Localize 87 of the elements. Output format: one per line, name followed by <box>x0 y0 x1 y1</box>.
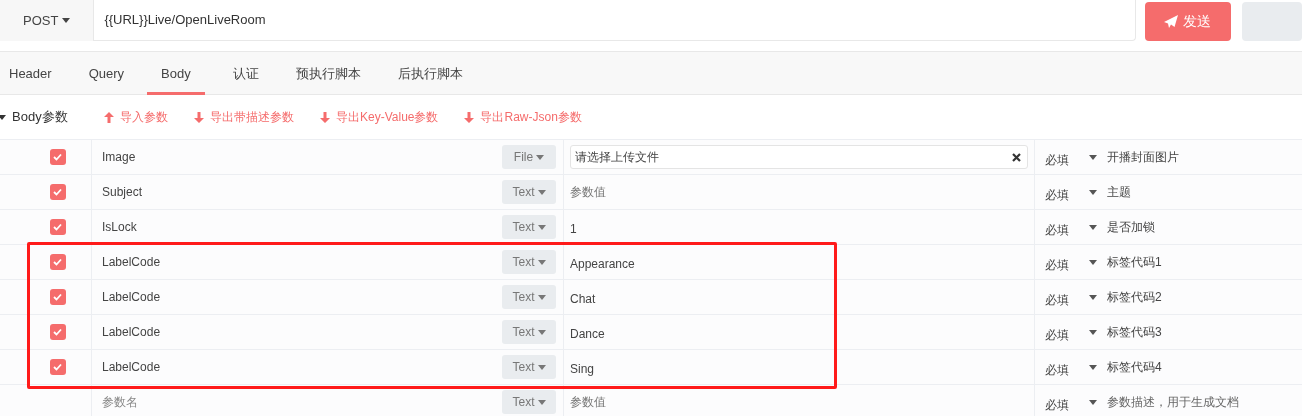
arrow-down-icon <box>194 111 204 123</box>
param-description[interactable]: 主题 <box>1107 183 1131 201</box>
file-input[interactable]: 请选择上传文件 <box>570 145 1028 169</box>
caret-icon <box>536 154 545 160</box>
checkbox[interactable] <box>49 149 66 165</box>
param-name[interactable]: LabelCode <box>102 323 502 341</box>
param-description[interactable]: 标签代码1 <box>1107 253 1162 271</box>
type-dropdown[interactable]: Text <box>502 320 556 344</box>
caret-icon <box>537 329 546 335</box>
required-label[interactable]: 必填 <box>1045 291 1077 309</box>
param-name[interactable]: LabelCode <box>102 288 502 306</box>
check-icon <box>53 363 62 371</box>
checkbox[interactable] <box>49 219 66 235</box>
close-icon[interactable] <box>1012 152 1021 162</box>
caret-icon <box>1089 294 1097 300</box>
type-dropdown[interactable]: Text <box>502 215 556 239</box>
send-icon <box>1164 14 1179 29</box>
checkbox[interactable] <box>49 359 66 375</box>
param-value[interactable]: 1 <box>570 220 577 238</box>
tab[interactable]: Query <box>79 52 134 95</box>
caret-icon <box>0 114 6 120</box>
caret-icon <box>1089 329 1097 335</box>
caret-icon <box>1089 224 1097 230</box>
tab[interactable]: Header <box>0 52 61 95</box>
checkbox[interactable] <box>49 324 66 340</box>
caret-icon <box>62 18 71 23</box>
param-value[interactable]: Chat <box>570 290 596 308</box>
param-value[interactable]: Appearance <box>570 255 635 273</box>
check-icon <box>53 293 62 301</box>
param-value[interactable]: Dance <box>570 325 605 343</box>
method-dropdown[interactable]: POST <box>0 0 95 41</box>
param-name[interactable]: Subject <box>102 183 502 201</box>
caret-icon <box>1089 189 1097 195</box>
required-label[interactable]: 必填 <box>1045 256 1077 274</box>
check-icon <box>53 328 62 336</box>
caret-icon <box>1089 364 1097 370</box>
required-label[interactable]: 必填 <box>1045 361 1077 379</box>
caret-icon <box>537 224 546 230</box>
arrow-up-icon <box>104 111 114 123</box>
param-description[interactable]: 标签代码2 <box>1107 288 1162 306</box>
type-dropdown[interactable]: File <box>502 145 556 169</box>
check-icon <box>53 153 62 161</box>
description-placeholder[interactable]: 参数描述，用于生成文档 <box>1107 393 1239 411</box>
param-value[interactable]: Sing <box>570 360 595 378</box>
caret-icon <box>537 399 546 405</box>
param-description[interactable]: 开播封面图片 <box>1107 148 1179 166</box>
type-dropdown[interactable]: Text <box>502 390 556 414</box>
required-label[interactable]: 必填 <box>1045 221 1077 239</box>
caret-icon <box>537 259 546 265</box>
param-description[interactable]: 是否加锁 <box>1107 218 1155 236</box>
checkbox[interactable] <box>49 184 66 200</box>
caret-icon <box>1089 399 1097 405</box>
url-field[interactable]: {{URL}}Live/OpenLiveRoom <box>94 0 1136 41</box>
tab[interactable]: Body <box>147 52 205 95</box>
required-label[interactable]: 必填 <box>1045 151 1077 169</box>
caret-icon <box>537 189 546 195</box>
type-dropdown[interactable]: Text <box>502 250 556 274</box>
checkbox[interactable] <box>49 254 66 270</box>
check-icon <box>53 258 62 266</box>
name-placeholder[interactable]: 参数名 <box>102 393 502 411</box>
caret-icon <box>1089 154 1097 160</box>
value-placeholder[interactable]: 参数值 <box>570 183 606 201</box>
required-label[interactable]: 必填 <box>1045 396 1077 414</box>
caret-icon <box>537 294 546 300</box>
arrow-down-icon <box>320 111 330 123</box>
value-placeholder[interactable]: 参数值 <box>570 393 606 411</box>
param-name[interactable]: LabelCode <box>102 358 502 376</box>
required-label[interactable]: 必填 <box>1045 186 1077 204</box>
type-dropdown[interactable]: Text <box>502 180 556 204</box>
type-dropdown[interactable]: Text <box>502 285 556 309</box>
arrow-down-icon <box>464 111 475 123</box>
tab[interactable]: 认证 <box>223 52 268 95</box>
param-name[interactable]: IsLock <box>102 218 502 236</box>
check-icon <box>53 188 62 196</box>
checkbox[interactable] <box>49 289 66 305</box>
required-label[interactable]: 必填 <box>1045 326 1077 344</box>
param-description[interactable]: 标签代码3 <box>1107 323 1162 341</box>
check-icon <box>53 223 62 231</box>
type-dropdown[interactable]: Text <box>502 355 556 379</box>
body-params-title[interactable]: Body参数 <box>12 107 68 127</box>
tab[interactable]: 预执行脚本 <box>286 52 370 95</box>
caret-icon <box>537 364 546 370</box>
param-name[interactable]: LabelCode <box>102 253 502 271</box>
param-name[interactable]: Image <box>102 148 502 166</box>
tab[interactable]: 后执行脚本 <box>388 52 472 95</box>
caret-icon <box>1089 259 1097 265</box>
param-description[interactable]: 标签代码4 <box>1107 358 1162 376</box>
